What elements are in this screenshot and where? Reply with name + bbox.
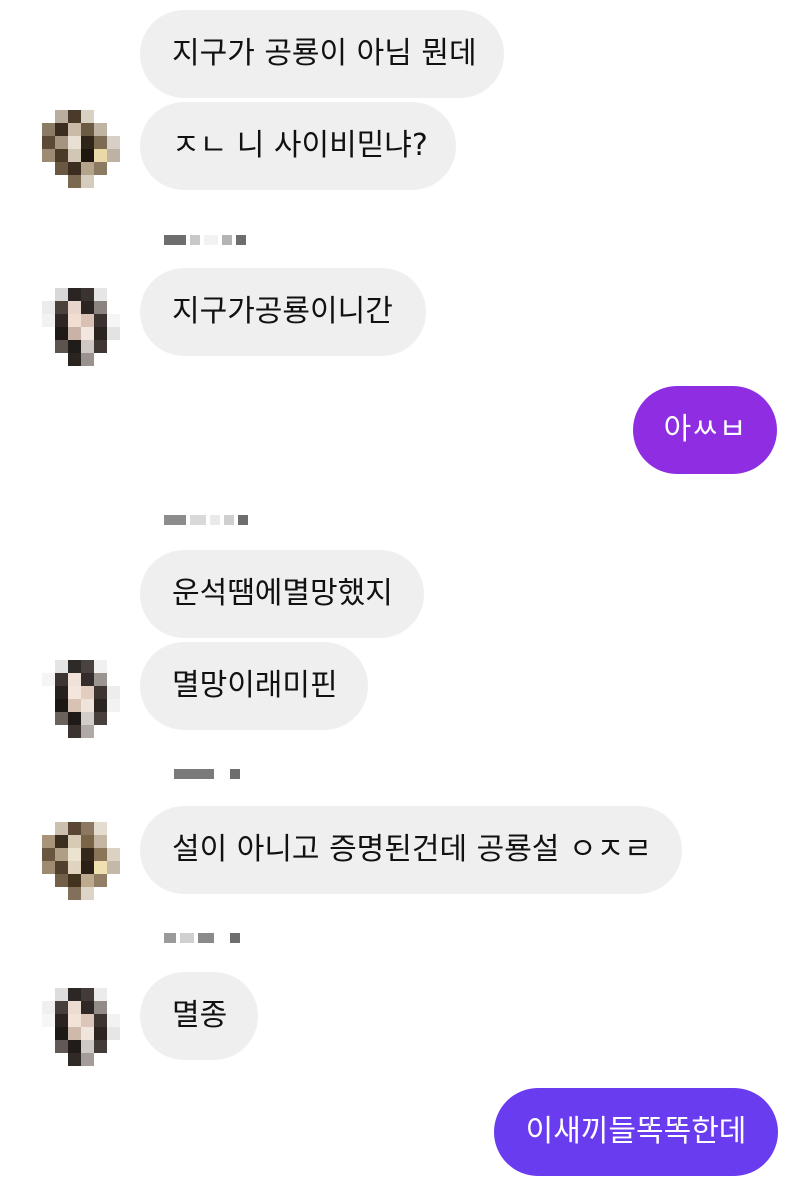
message-text: 멸망이래미핀	[172, 668, 338, 703]
message-text: 지구가공룡이니간	[172, 294, 393, 329]
sender-name-redacted	[164, 234, 246, 246]
incoming-message-bubble[interactable]: 운석땜에멸망했지	[140, 550, 424, 638]
avatar-user-3[interactable]	[42, 660, 120, 738]
message-text: 운석땜에멸망했지	[172, 576, 393, 611]
avatar-user-1[interactable]	[42, 110, 120, 188]
message-text: 설이 아니고 증명된건데 공룡설 ㅇㅈㄹ	[172, 832, 652, 867]
incoming-message-bubble[interactable]: 멸망이래미핀	[140, 642, 368, 730]
sender-name-redacted	[164, 514, 248, 526]
message-text: ㅈㄴ 니 사이비믿냐?	[172, 128, 428, 163]
incoming-message-bubble[interactable]: 멸종	[140, 972, 258, 1060]
message-text: 아ㅆㅂ	[663, 412, 747, 447]
message-text: 지구가 공룡이 아님 뭔데	[172, 36, 477, 71]
sender-name-redacted	[164, 932, 240, 944]
incoming-message-bubble[interactable]: 지구가 공룡이 아님 뭔데	[140, 10, 504, 98]
outgoing-message-bubble[interactable]: 아ㅆㅂ	[633, 386, 777, 474]
avatar-user-2[interactable]	[42, 288, 120, 366]
message-text: 이새끼들똑똑한데	[525, 1114, 747, 1149]
outgoing-message-bubble[interactable]: 이새끼들똑똑한데	[494, 1088, 778, 1176]
incoming-message-bubble[interactable]: 지구가공룡이니간	[140, 268, 426, 356]
message-text: 멸종	[172, 998, 228, 1033]
incoming-message-bubble[interactable]: 설이 아니고 증명된건데 공룡설 ㅇㅈㄹ	[140, 806, 682, 894]
incoming-message-bubble[interactable]: ㅈㄴ 니 사이비믿냐?	[140, 102, 456, 190]
avatar-user-4[interactable]	[42, 822, 120, 900]
avatar-user-5[interactable]	[42, 988, 120, 1066]
sender-name-redacted	[174, 768, 240, 780]
